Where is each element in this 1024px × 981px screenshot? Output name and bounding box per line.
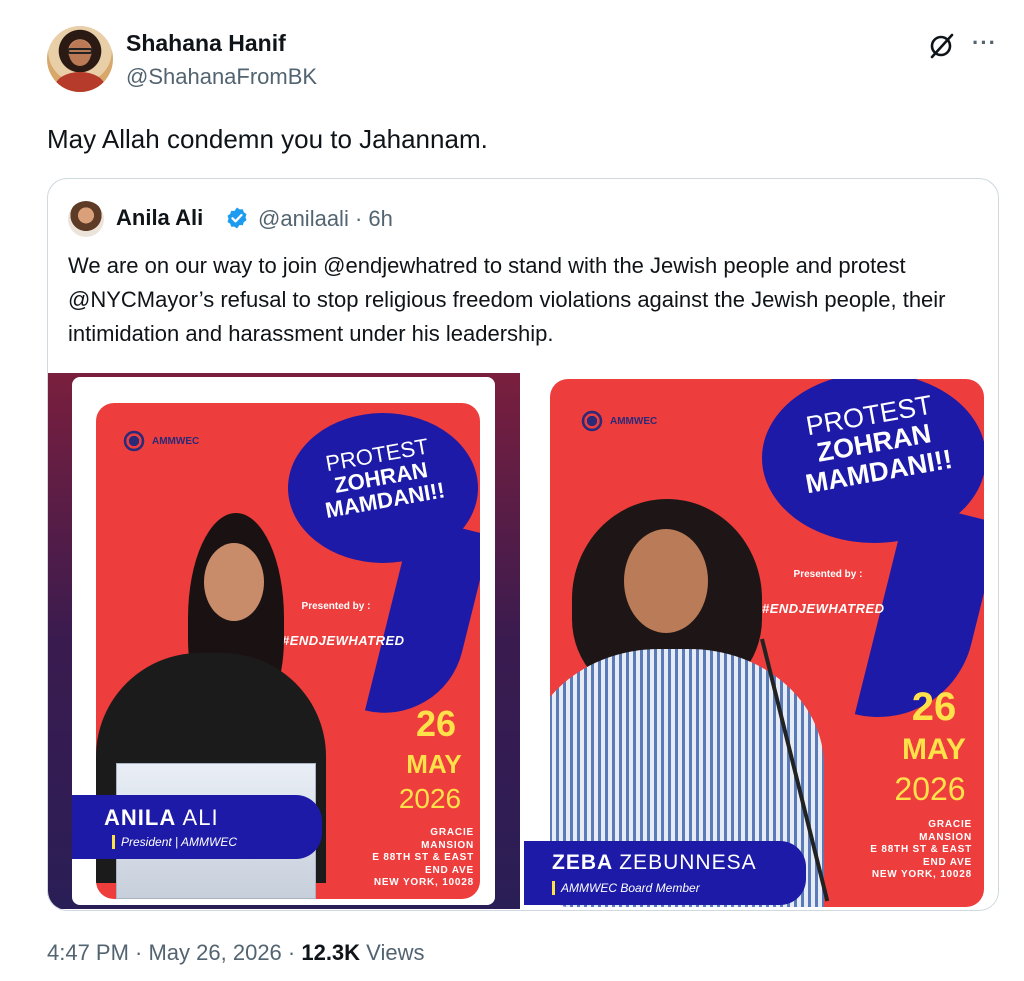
quoted-handle-time[interactable]: @anilaali · 6h	[258, 206, 393, 232]
hashtag: #ENDJEWHATRED	[282, 633, 405, 648]
event-venue: GRACIE MANSION E 88TH ST & EAST END AVE …	[372, 827, 474, 888]
tweet-text: May Allah condemn you to Jahannam.	[47, 124, 488, 154]
event-month: MAY	[406, 749, 462, 779]
author-display-name[interactable]: Shahana Hanif	[126, 30, 286, 57]
name-badge: ZEBA ZEBUNNESA AMMWEC Board Member	[524, 841, 806, 905]
slashed-circle-icon[interactable]	[926, 31, 956, 61]
quoted-tweet[interactable]: Anila Ali @anilaali · 6h We are on our w…	[47, 178, 999, 911]
flyer-image-2[interactable]: AMMWEC PROTEST ZOHRAN MAMDANI!! Presente…	[524, 373, 998, 909]
hashtag: #ENDJEWHATRED	[762, 601, 885, 616]
flyer-card: AMMWEC PROTEST ZOHRAN MAMDANI!! Presente…	[550, 379, 984, 907]
quoted-avatar[interactable]	[68, 201, 104, 237]
event-year: 2026	[894, 771, 966, 807]
event-day: 26	[911, 685, 957, 729]
verified-badge-icon	[227, 207, 247, 229]
author-avatar[interactable]	[47, 26, 113, 92]
event-day: 26	[415, 703, 457, 744]
org-logo: AMMWEC	[580, 409, 657, 433]
presented-by: Presented by :	[793, 569, 863, 580]
more-icon[interactable]: ···	[972, 30, 997, 56]
quoted-display-name[interactable]: Anila Ali	[116, 205, 203, 231]
flyer-image-1[interactable]: AMMWEC PROTEST ZOHRAN MAMDANI!! Presente…	[48, 373, 520, 909]
org-logo: AMMWEC	[122, 429, 199, 453]
time-date[interactable]: 4:47 PM · May 26, 2026 ·	[47, 940, 301, 965]
views-count: 12.3K	[301, 940, 361, 965]
event-month: MAY	[902, 733, 966, 766]
presented-by: Presented by :	[301, 601, 371, 612]
tweet-timestamp[interactable]: 4:47 PM · May 26, 2026 · 12.3K Views	[47, 940, 424, 966]
event-venue: GRACIE MANSION E 88TH ST & EAST END AVE …	[870, 819, 972, 880]
author-handle[interactable]: @ShahanaFromBK	[126, 64, 317, 90]
name-badge: ANILA ALI President | AMMWEC	[72, 795, 322, 859]
views-label: Views	[360, 940, 425, 965]
quoted-text: We are on our way to join @endjewhatred …	[68, 253, 946, 346]
tweet: Shahana Hanif @ShahanaFromBK ··· May All…	[0, 0, 1024, 981]
event-year: 2026	[398, 783, 462, 814]
